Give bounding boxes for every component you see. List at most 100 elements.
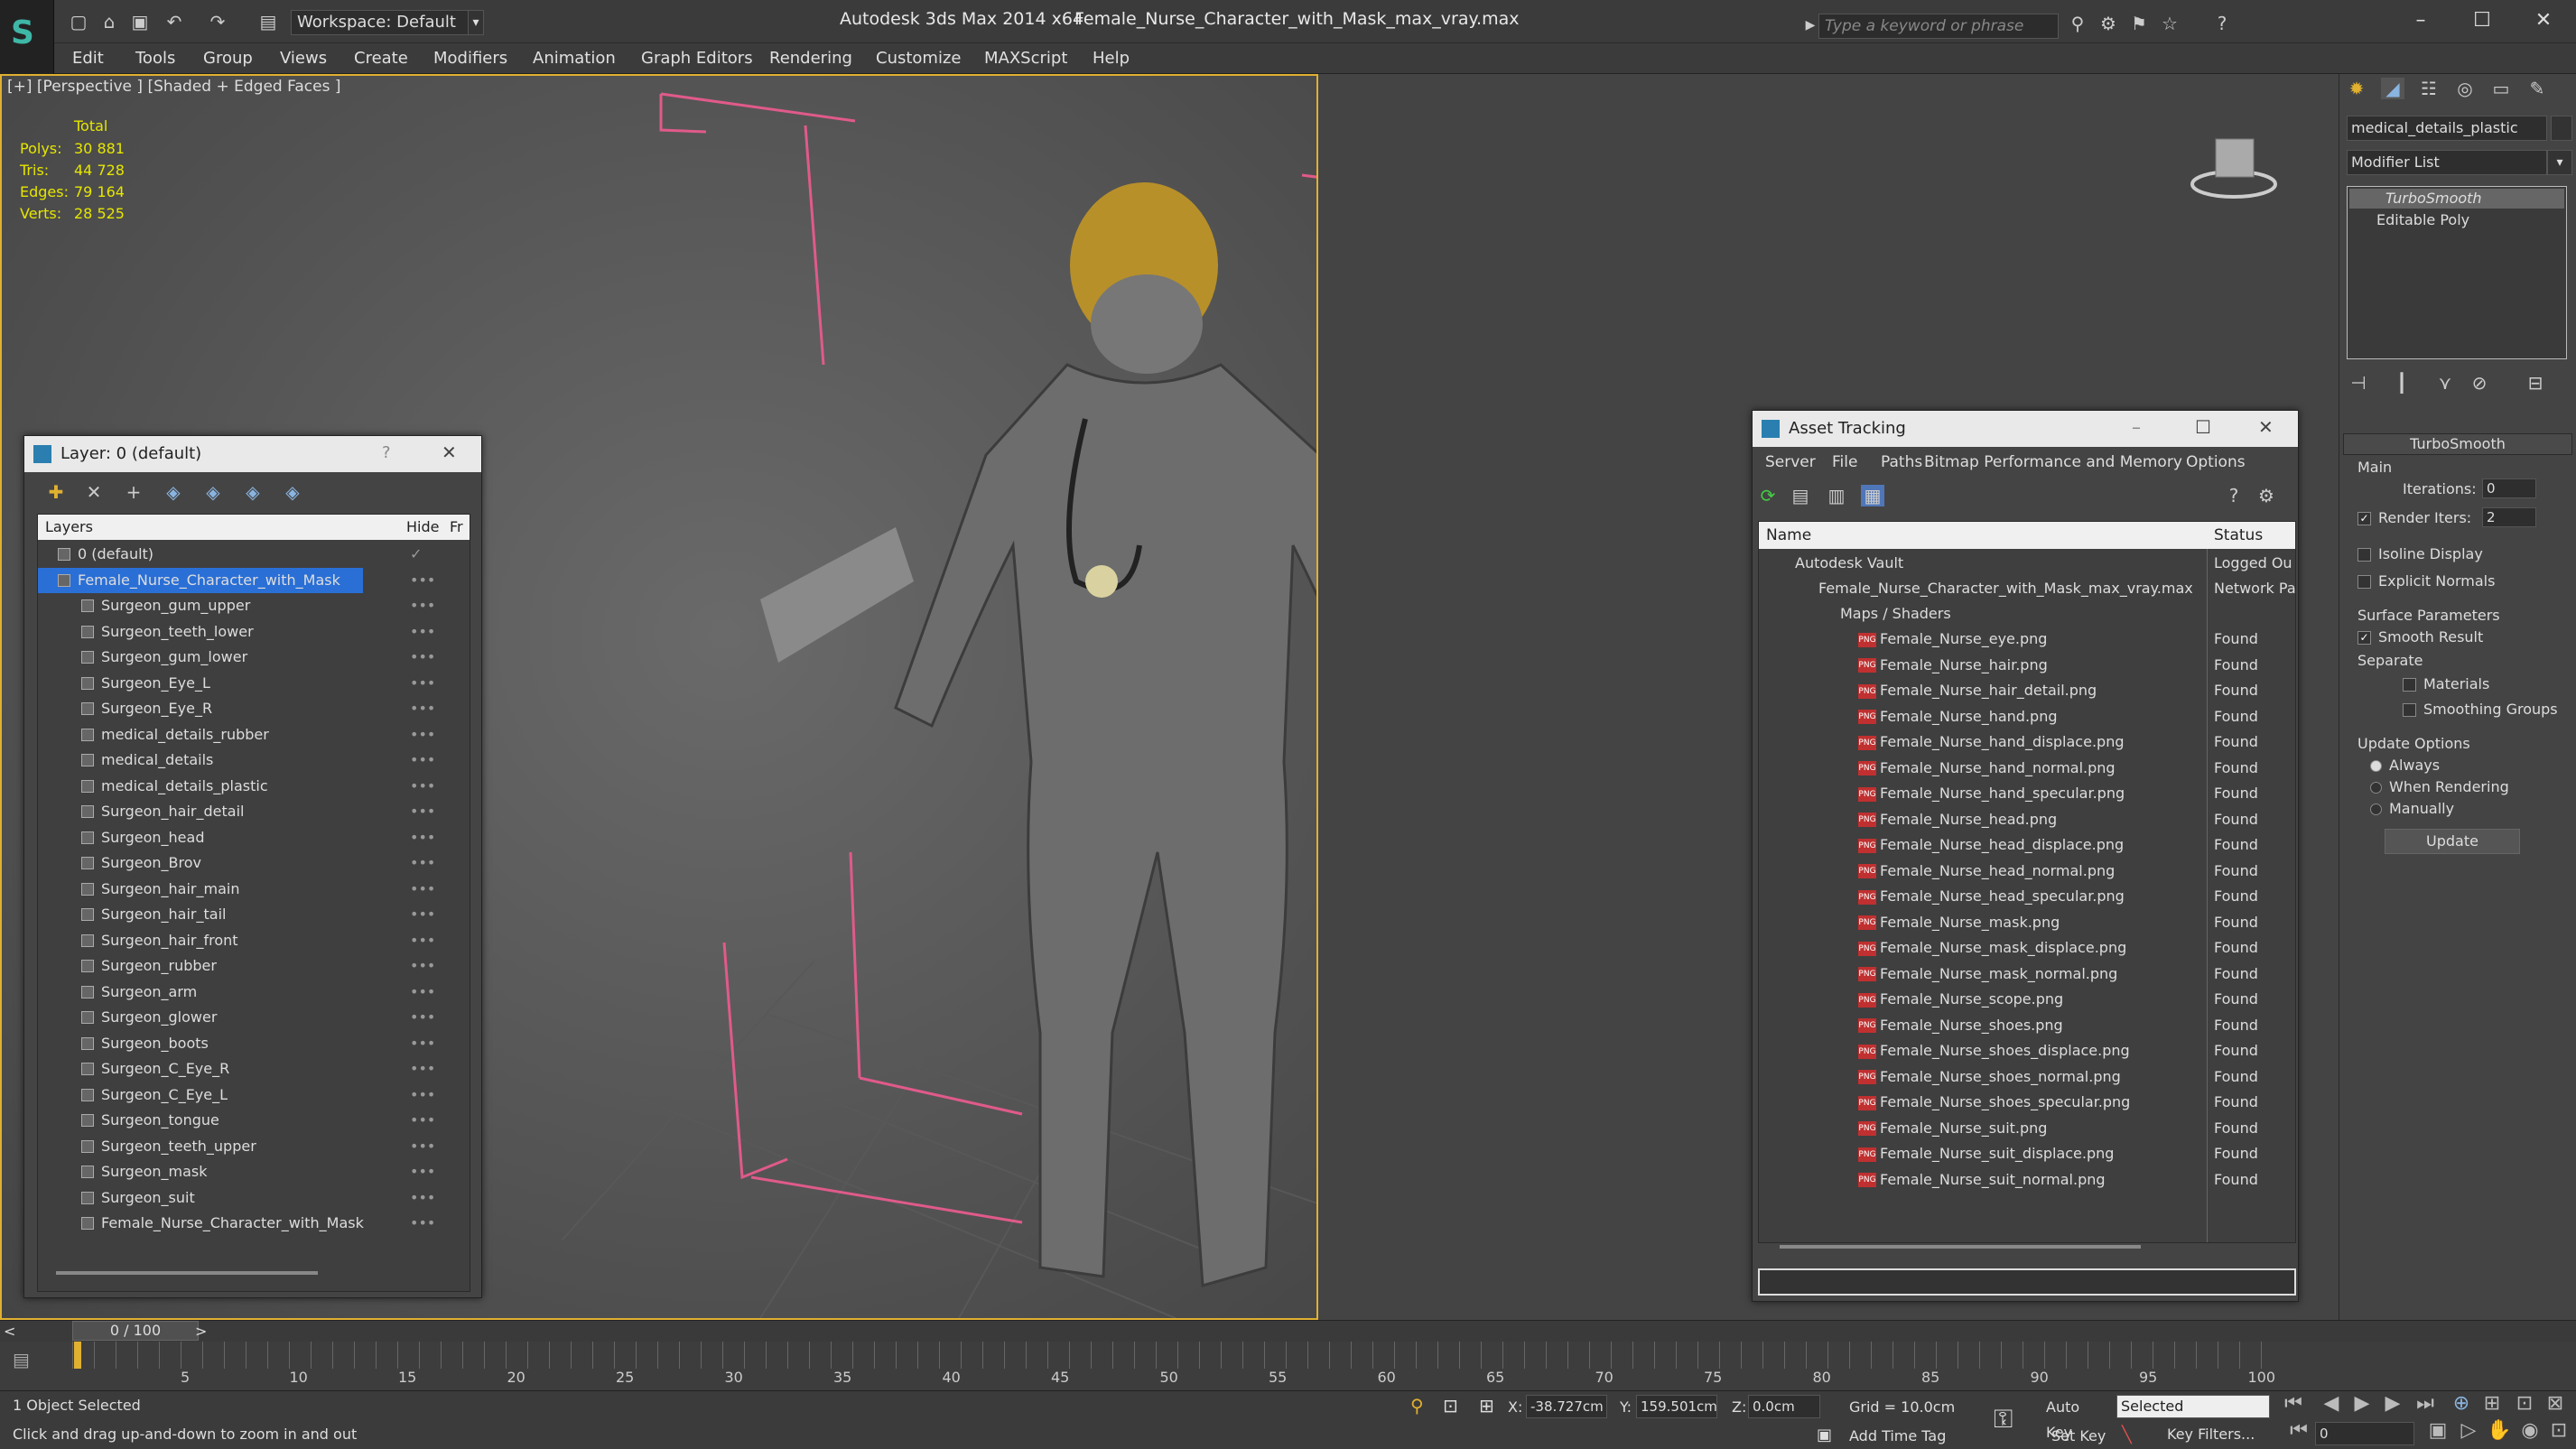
- freeze-all-icon[interactable]: ◈: [281, 481, 304, 503]
- menu-views[interactable]: Views: [280, 49, 327, 68]
- y-coordinate-field[interactable]: 159.501cm: [1636, 1395, 1717, 1418]
- hide-toggle[interactable]: •••: [410, 850, 435, 876]
- asset-file-row[interactable]: PNG Female_Nurse_head.png Found: [1759, 807, 2295, 832]
- undo-icon[interactable]: ↶: [163, 11, 186, 33]
- hide-toggle[interactable]: •••: [410, 568, 435, 593]
- asset-file-row[interactable]: PNG Female_Nurse_hair_detail.png Found: [1759, 678, 2295, 703]
- hide-toggle[interactable]: •••: [410, 928, 435, 953]
- hide-toggle[interactable]: •••: [410, 799, 435, 824]
- col-layers[interactable]: Layers: [45, 515, 93, 540]
- when-rendering-radio[interactable]: [2370, 782, 2382, 794]
- modify-tab-icon[interactable]: ◢: [2381, 78, 2404, 99]
- hide-toggle[interactable]: •••: [410, 1108, 435, 1133]
- hide-all-icon[interactable]: ◈: [241, 481, 265, 503]
- viewcube[interactable]: [2189, 121, 2279, 202]
- asset-file-row[interactable]: PNG Female_Nurse_suit_displace.png Found: [1759, 1141, 2295, 1166]
- asset-file-row[interactable]: PNG Female_Nurse_hand_displace.png Found: [1759, 729, 2295, 755]
- current-frame-field[interactable]: 0: [2315, 1422, 2414, 1445]
- layer-row[interactable]: Surgeon_suit •••: [38, 1185, 470, 1211]
- layer-row[interactable]: Surgeon_glower •••: [38, 1005, 470, 1030]
- minimize-button[interactable]: –: [2132, 416, 2141, 438]
- options-icon[interactable]: ⚙: [2255, 485, 2278, 506]
- asset-maps-row[interactable]: Maps / Shaders: [1759, 601, 2295, 627]
- transform-type-in-icon[interactable]: ⊞: [1479, 1395, 1494, 1416]
- menu-create[interactable]: Create: [354, 49, 408, 68]
- close-button[interactable]: ✕: [2521, 5, 2566, 36]
- asset-file-row[interactable]: PNG Female_Nurse_hair.png Found: [1759, 653, 2295, 678]
- viewport-label[interactable]: [+] [Perspective ] [Shaded + Edged Faces…: [7, 78, 340, 96]
- help-icon[interactable]: ?: [2222, 485, 2246, 506]
- layer-row[interactable]: medical_details •••: [38, 748, 470, 773]
- menu-edit[interactable]: Edit: [72, 49, 104, 68]
- delete-layer-icon[interactable]: ✕: [82, 481, 106, 503]
- close-button[interactable]: ✕: [2258, 416, 2274, 438]
- hide-toggle[interactable]: ✓: [410, 542, 422, 567]
- asset-file-row[interactable]: PNG Female_Nurse_eye.png Found: [1759, 627, 2295, 652]
- hide-toggle[interactable]: •••: [410, 1211, 435, 1236]
- minimize-button[interactable]: –: [2398, 5, 2443, 36]
- layer-row[interactable]: Surgeon_Brov •••: [38, 850, 470, 876]
- layer-row[interactable]: Surgeon_hair_detail •••: [38, 799, 470, 824]
- menu-animation[interactable]: Animation: [533, 49, 616, 68]
- layer-row[interactable]: Surgeon_C_Eye_L •••: [38, 1082, 470, 1108]
- set-key-button[interactable]: Set Key: [2051, 1424, 2109, 1449]
- next-frame-icon[interactable]: ▶: [2375, 1386, 2411, 1422]
- key-mode-icon[interactable]: ╲: [2122, 1426, 2132, 1444]
- layer-row[interactable]: medical_details_plastic •••: [38, 774, 470, 799]
- layer-row[interactable]: Surgeon_Eye_L •••: [38, 671, 470, 696]
- layer-row[interactable]: medical_details_rubber •••: [38, 722, 470, 748]
- hide-toggle[interactable]: •••: [410, 1134, 435, 1159]
- layer-row[interactable]: Surgeon_teeth_upper •••: [38, 1134, 470, 1159]
- smooth-result-checkbox[interactable]: ✓: [2357, 631, 2371, 645]
- chevron-down-icon[interactable]: ▾: [468, 10, 484, 35]
- utilities-tab-icon[interactable]: ✎: [2525, 78, 2549, 99]
- maximize-button[interactable]: ☐: [2195, 416, 2211, 438]
- object-color-swatch[interactable]: [2551, 116, 2572, 141]
- add-time-tag[interactable]: Add Time Tag: [1849, 1427, 1946, 1444]
- create-tab-icon[interactable]: ✹: [2345, 78, 2368, 99]
- hide-toggle[interactable]: •••: [410, 748, 435, 773]
- x-coordinate-field[interactable]: -38.727cm: [1526, 1395, 1607, 1418]
- select-objects-icon[interactable]: ◈: [162, 481, 185, 503]
- hide-toggle[interactable]: •••: [410, 722, 435, 748]
- layer-row[interactable]: Surgeon_rubber •••: [38, 953, 470, 979]
- help-icon[interactable]: ?: [382, 443, 391, 462]
- manually-row[interactable]: Manually: [2370, 800, 2454, 817]
- project-folder-icon[interactable]: ▤: [256, 11, 280, 33]
- layer-row[interactable]: Surgeon_head •••: [38, 825, 470, 850]
- when-rendering-row[interactable]: When Rendering: [2370, 778, 2509, 795]
- layer-row[interactable]: Surgeon_arm •••: [38, 980, 470, 1005]
- layer-row[interactable]: Surgeon_Eye_R •••: [38, 696, 470, 721]
- communication-icon[interactable]: ⚑: [2127, 13, 2151, 34]
- app-logo[interactable]: S: [0, 0, 54, 74]
- path-field[interactable]: [1758, 1268, 2296, 1296]
- chevron-down-icon[interactable]: ▾: [2547, 150, 2572, 175]
- iterations-spinner[interactable]: 0: [2482, 478, 2536, 498]
- asset-file-row[interactable]: PNG Female_Nurse_hand_specular.png Found: [1759, 781, 2295, 806]
- isoline-display-row[interactable]: Isoline Display: [2357, 545, 2483, 562]
- search-input[interactable]: Type a keyword or phrase: [1818, 14, 2059, 39]
- layer-row[interactable]: Surgeon_gum_lower •••: [38, 645, 470, 670]
- layer-row[interactable]: Surgeon_hair_front •••: [38, 928, 470, 953]
- key-mode-toggle-icon[interactable]: ⏮: [2281, 1413, 2317, 1449]
- close-icon[interactable]: ✕: [442, 441, 457, 463]
- hide-toggle[interactable]: •••: [410, 619, 435, 645]
- tree-view-icon[interactable]: ▥: [1825, 485, 1848, 506]
- render-iters-checkbox[interactable]: ✓: [2357, 512, 2371, 525]
- pin-stack-icon[interactable]: ⊣: [2347, 372, 2370, 394]
- menu-bitmap-performance[interactable]: Bitmap Performance and Memory: [1924, 447, 2182, 478]
- always-radio[interactable]: [2370, 760, 2382, 772]
- hide-toggle[interactable]: •••: [410, 1031, 435, 1056]
- favorites-star-icon[interactable]: ☆: [2158, 13, 2181, 34]
- mini-curve-editor-icon[interactable]: ▤: [13, 1349, 30, 1370]
- layer-row[interactable]: Surgeon_teeth_lower •••: [38, 619, 470, 645]
- highlight-layer-icon[interactable]: ◈: [201, 481, 225, 503]
- layer-panel-title[interactable]: Layer: 0 (default): [24, 436, 481, 472]
- materials-checkbox[interactable]: [2403, 678, 2416, 692]
- time-slider-thumb[interactable]: 0 / 100: [72, 1321, 199, 1341]
- col-name[interactable]: Name: [1766, 522, 1811, 549]
- next-frame-icon[interactable]: >: [195, 1323, 207, 1340]
- key-filters-button[interactable]: Key Filters...: [2167, 1426, 2255, 1443]
- hide-toggle[interactable]: •••: [410, 593, 435, 618]
- layer-row[interactable]: Surgeon_mask •••: [38, 1159, 470, 1184]
